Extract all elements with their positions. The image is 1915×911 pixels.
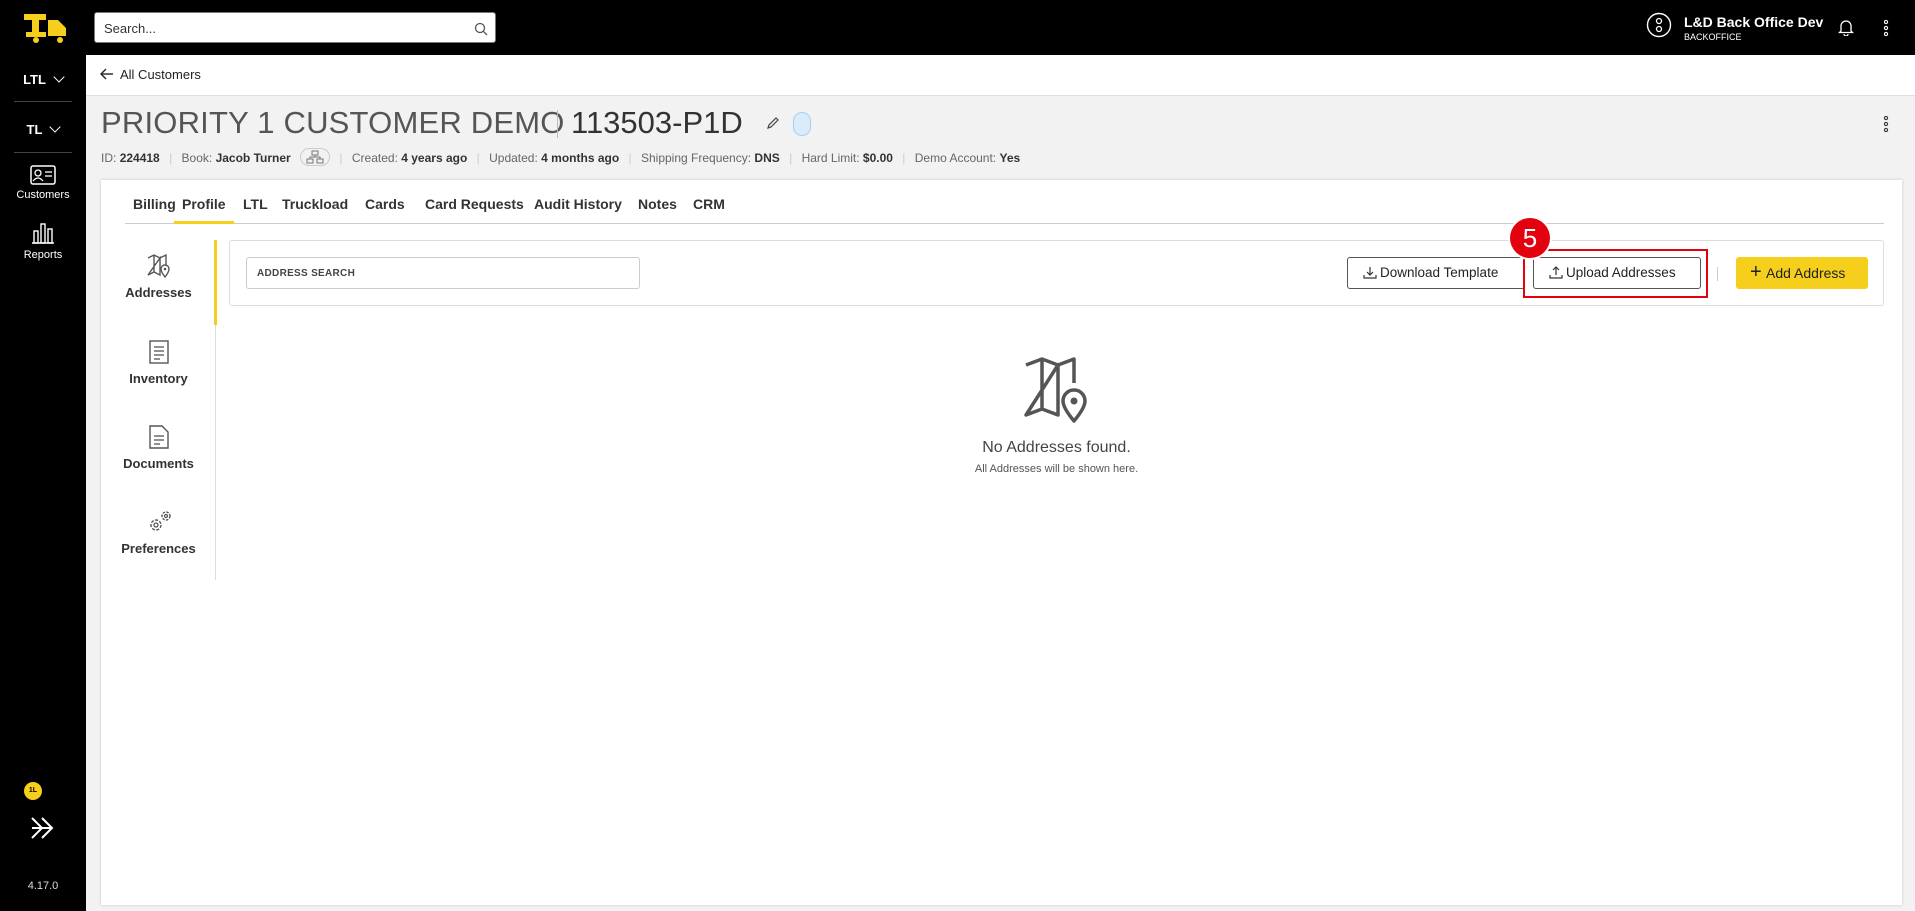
customer-name: PRIORITY 1 CUSTOMER DEMO bbox=[101, 105, 565, 140]
address-toolbar: ADDRESS SEARCH Download Template Upload … bbox=[229, 218, 1884, 306]
step-highlight-box bbox=[1523, 249, 1708, 298]
download-icon bbox=[1363, 267, 1377, 279]
meta-id-value: 224418 bbox=[119, 151, 160, 166]
subnav-label: Documents bbox=[123, 456, 194, 471]
title-divider bbox=[557, 110, 558, 138]
user-role: BACKOFFICE bbox=[1684, 32, 1742, 42]
meta-book-label: Book: bbox=[181, 151, 213, 166]
subnav-label: Addresses bbox=[125, 285, 192, 300]
add-address-button[interactable]: + Add Address bbox=[1736, 257, 1868, 289]
reports-icon bbox=[32, 223, 54, 244]
more-options-icon[interactable] bbox=[1883, 19, 1889, 37]
meta-id-label: ID: bbox=[101, 151, 117, 166]
tab-crm[interactable]: CRM bbox=[685, 196, 733, 224]
meta-demo-value: Yes bbox=[999, 151, 1021, 166]
sidebar-item-reports[interactable]: Reports bbox=[0, 221, 86, 261]
hierarchy-icon[interactable] bbox=[300, 148, 331, 166]
tab-ltl[interactable]: LTL bbox=[235, 196, 276, 224]
brand-badge-icon: 1L bbox=[24, 782, 42, 800]
arrow-left-icon bbox=[100, 68, 113, 80]
meta-updated-label: Updated: bbox=[489, 151, 538, 166]
empty-state-subtitle: All Addresses will be shown here. bbox=[974, 463, 1139, 475]
sidebar-item-customers[interactable]: Customers bbox=[0, 165, 86, 201]
back-to-customers-link[interactable]: All Customers bbox=[100, 67, 201, 82]
subnav-item-documents[interactable]: Documents bbox=[101, 424, 216, 471]
meta-created-label: Created: bbox=[351, 151, 398, 166]
tl-selector[interactable]: TL bbox=[0, 121, 86, 137]
address-search-input[interactable]: ADDRESS SEARCH bbox=[246, 257, 640, 289]
customer-more-options-icon[interactable] bbox=[1883, 115, 1889, 133]
document-icon bbox=[148, 425, 169, 449]
sidebar-divider bbox=[14, 152, 72, 153]
back-link-label: All Customers bbox=[120, 67, 201, 82]
plus-icon: + bbox=[1750, 261, 1762, 283]
tab-profile[interactable]: Profile bbox=[174, 196, 234, 224]
gears-icon bbox=[149, 511, 171, 531]
subnav-label: Preferences bbox=[121, 541, 196, 556]
download-template-button[interactable]: Download Template bbox=[1347, 257, 1525, 289]
add-address-label: Add Address bbox=[1766, 265, 1846, 281]
meta-updated-value: 4 months ago bbox=[541, 151, 620, 166]
customers-icon bbox=[30, 165, 56, 185]
chevron-down-icon bbox=[53, 71, 65, 83]
top-bar: Search... L&D Back Office Dev BACKOFFICE bbox=[86, 0, 1915, 55]
user-name: L&D Back Office Dev bbox=[1684, 14, 1824, 30]
subnav-item-inventory[interactable]: Inventory bbox=[101, 339, 216, 386]
tl-selector-label: TL bbox=[26, 122, 43, 137]
ltl-selector-label: LTL bbox=[23, 72, 46, 87]
meta-limit-value: $0.00 bbox=[862, 151, 893, 166]
meta-demo-label: Demo Account: bbox=[914, 151, 997, 166]
toolbar-divider bbox=[1717, 267, 1718, 281]
search-icon bbox=[474, 22, 488, 36]
inventory-icon bbox=[148, 340, 169, 364]
meta-frequency-value: DNS bbox=[754, 151, 780, 166]
address-search-placeholder: ADDRESS SEARCH bbox=[257, 268, 356, 279]
notification-bell-icon[interactable] bbox=[1838, 18, 1854, 36]
expand-sidebar-icon[interactable] bbox=[29, 816, 57, 840]
tab-truckload[interactable]: Truckload bbox=[274, 196, 356, 224]
chevron-down-icon bbox=[49, 121, 62, 133]
sidebar-item-label: Reports bbox=[23, 249, 63, 261]
meta-created-value: 4 years ago bbox=[401, 151, 468, 166]
status-indicator bbox=[793, 112, 811, 136]
user-org-icon bbox=[1646, 12, 1672, 38]
customer-code: 113503-P1D bbox=[571, 105, 743, 140]
breadcrumb: All Customers bbox=[86, 55, 1915, 96]
search-placeholder: Search... bbox=[104, 21, 157, 36]
sidebar-divider bbox=[14, 101, 72, 102]
app-version: 4.17.0 bbox=[27, 880, 59, 892]
priority1-logo[interactable] bbox=[22, 10, 70, 44]
tab-audit-history[interactable]: Audit History bbox=[526, 196, 630, 224]
customer-card: Billing Profile LTL Truckload Cards Card… bbox=[101, 180, 1902, 905]
subnav-label: Inventory bbox=[129, 371, 188, 386]
step-number-badge: 5 bbox=[1510, 218, 1550, 258]
edit-pencil-icon[interactable] bbox=[766, 116, 780, 130]
tab-notes[interactable]: Notes bbox=[630, 196, 685, 224]
profile-tabs: Billing Profile LTL Truckload Cards Card… bbox=[125, 196, 1884, 224]
global-search-input[interactable]: Search... bbox=[94, 12, 496, 43]
meta-frequency-label: Shipping Frequency: bbox=[640, 151, 752, 166]
download-template-label: Download Template bbox=[1380, 265, 1499, 280]
meta-limit-label: Hard Limit: bbox=[801, 151, 860, 166]
subnav-item-preferences[interactable]: Preferences bbox=[101, 509, 216, 556]
profile-subnav: Addresses Inventory Documents Preference… bbox=[101, 240, 217, 580]
sidebar-item-label: Customers bbox=[16, 189, 70, 201]
subnav-item-addresses[interactable]: Addresses bbox=[101, 253, 216, 300]
ltl-selector[interactable]: LTL bbox=[0, 71, 86, 87]
tab-card-requests[interactable]: Card Requests bbox=[417, 196, 532, 224]
customer-meta: ID: 224418 | Book: Jacob Turner | Create… bbox=[101, 148, 1021, 168]
left-sidebar: LTL TL Customers Reports 1L 4.17.0 bbox=[0, 0, 86, 911]
map-pin-icon bbox=[146, 253, 170, 279]
tab-cards[interactable]: Cards bbox=[357, 196, 413, 224]
empty-state: No Addresses found. All Addresses will b… bbox=[229, 355, 1884, 475]
meta-book-value: Jacob Turner bbox=[215, 151, 291, 166]
map-pin-icon bbox=[1023, 357, 1087, 423]
empty-state-title: No Addresses found. bbox=[982, 439, 1131, 456]
